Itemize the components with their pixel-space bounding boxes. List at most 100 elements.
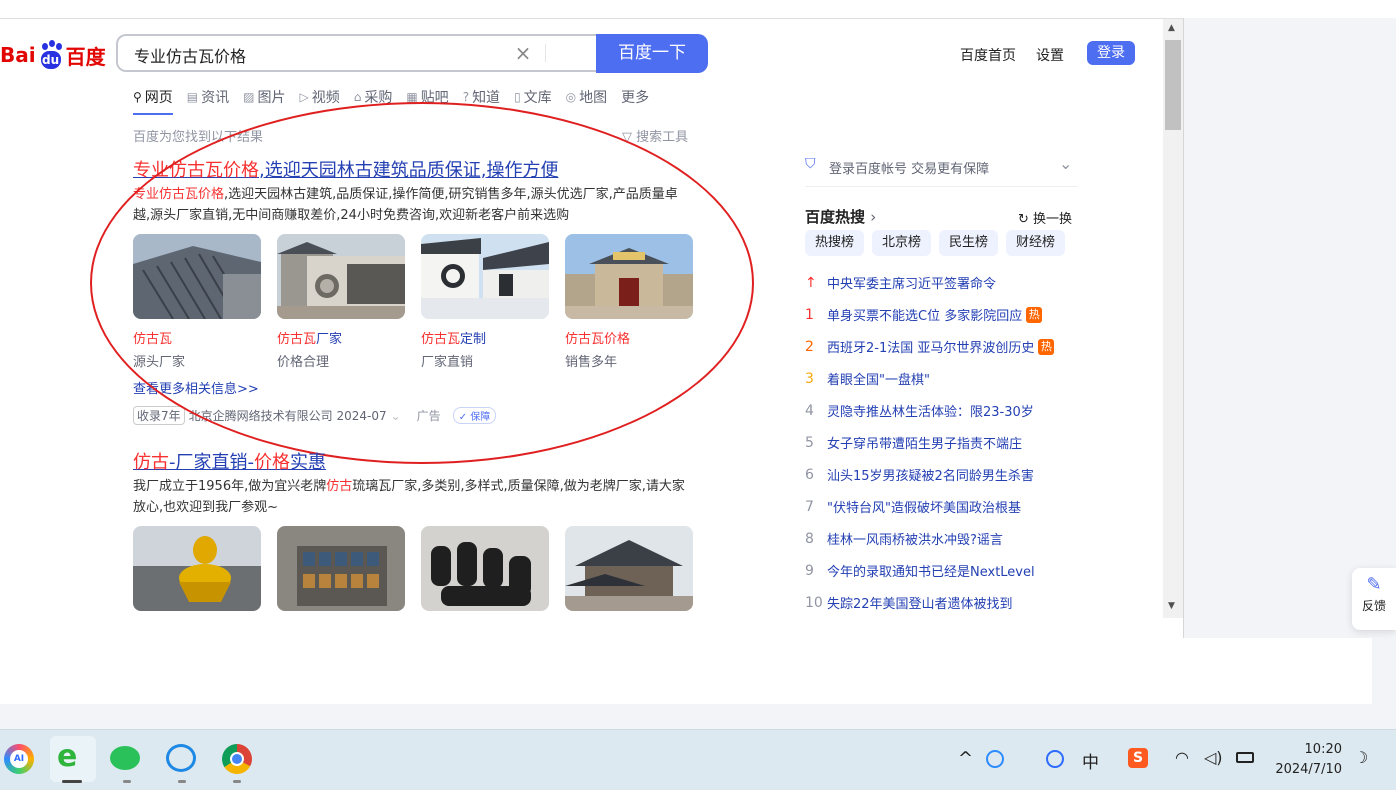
chat-app-icon[interactable] [166, 744, 196, 772]
tab-map[interactable]: ◎ 地图 [566, 87, 607, 107]
clock-time[interactable]: 10:20 [1294, 742, 1342, 757]
ai-app-icon[interactable]: AI [4, 744, 34, 774]
feedback-button[interactable]: ✎ 反馈 [1352, 568, 1396, 630]
result-description: 我厂成立于1956年,做为宜兴老牌仿古琉璃瓦厂家,多类别,多样式,质量保障,做为… [133, 476, 693, 518]
tieba-icon: ▦ [406, 90, 418, 104]
hot-item-text: 灵隐寺推丛林生活体验：限23-30岁 [827, 405, 1034, 420]
hot-search-item[interactable]: 6 汕头15岁男孩疑被2名同龄男生杀害 [805, 465, 1034, 485]
wifi-icon[interactable]: ◠ [1175, 748, 1189, 767]
hot-search-title[interactable]: 百度热搜 › [805, 206, 876, 227]
thumbnail-caption[interactable]: 仿古瓦 [133, 328, 172, 347]
thumbnail-caption[interactable]: 仿古瓦厂家 [277, 328, 342, 347]
result-thumbnail[interactable] [133, 234, 261, 319]
tab-label: 文库 [523, 90, 552, 106]
tab-wenku[interactable]: ▯ 文库 [514, 87, 552, 107]
scrollbar-thumb[interactable] [1165, 40, 1181, 130]
hot-search-item[interactable]: 4 灵隐寺推丛林生活体验：限23-30岁 [805, 401, 1034, 421]
chevron-up-icon[interactable]: ^ [958, 748, 973, 769]
hot-rank: 5 [805, 434, 814, 451]
clock-date[interactable]: 2024/7/10 [1272, 762, 1342, 777]
tab-label: 资讯 [201, 90, 230, 106]
result-thumbnail[interactable] [565, 526, 693, 611]
hot-search-item[interactable]: 5 女子穿吊带遭陌生男子指责不端庄 [805, 433, 1022, 453]
login-button[interactable]: 登录 [1087, 41, 1135, 65]
guarantee-badge[interactable]: ✓ 保障 [452, 407, 497, 424]
wechat-icon[interactable] [110, 746, 140, 770]
hot-badge: 热 [1026, 306, 1043, 323]
clear-icon[interactable]: × [512, 42, 534, 64]
hot-search-item[interactable]: 10 失踪22年美国登山者遗体被找到 [805, 593, 1013, 613]
map-icon: ◎ [565, 90, 577, 104]
search-tabs: ⚲ 网页 ▤ 资讯 ▨ 图片 ▷ 视频 ⌂ 采购 ▦ 贴吧 ? 知道 ▯ 文库 ◎ 地图 更多 [133, 87, 663, 115]
battery-icon[interactable] [1236, 752, 1254, 763]
hot-search-item[interactable]: 7 "伏特台风"造假破坏美国政治根基 [805, 497, 1021, 517]
ime-indicator[interactable]: 中 [1082, 748, 1099, 773]
result-thumbnail[interactable] [565, 234, 693, 319]
tab-purchase[interactable]: ⌂ 采购 [354, 87, 393, 107]
hot-rank: ↑ [805, 274, 817, 291]
chip-finance[interactable]: 财经榜 [1006, 230, 1066, 256]
caption-highlight: 仿古瓦价格 [565, 332, 631, 347]
chevron-down-icon[interactable]: ⌄ [391, 409, 401, 423]
login-promo[interactable]: ⛉ 登录百度帐号 交易更有保障 ⌄ [805, 150, 1077, 187]
scroll-up-icon[interactable]: ▲ [1168, 23, 1175, 33]
hot-search-item[interactable]: 3 着眼全国"一盘棋" [805, 369, 930, 389]
thumbnail-caption[interactable]: 仿古瓦价格 [565, 328, 630, 347]
hot-search-item[interactable]: 8 桂林一风雨桥被洪水冲毁?谣言 [805, 529, 1003, 549]
tab-images[interactable]: ▨ 图片 [243, 87, 285, 107]
question-icon: ? [462, 90, 470, 104]
search-button[interactable]: 百度一下 [596, 34, 708, 73]
filter-icon: ▽ [622, 130, 632, 145]
news-icon: ▤ [186, 90, 199, 104]
result-thumbnail[interactable] [277, 526, 405, 611]
sogou-icon[interactable]: S [1128, 748, 1148, 768]
chip-hot[interactable]: 热搜榜 [805, 230, 865, 256]
result-title[interactable]: 仿古-厂家直销-价格实惠 [133, 448, 326, 474]
edit-icon: ✎ [1366, 574, 1382, 595]
document-icon: ▯ [514, 90, 521, 104]
tab-video[interactable]: ▷ 视频 [299, 87, 339, 107]
scroll-down-icon[interactable]: ▼ [1168, 601, 1175, 611]
hot-search-item[interactable]: 2 西班牙2-1法国 亚马尔世界波创历史热 [805, 337, 1055, 356]
chrome-icon[interactable] [222, 744, 252, 774]
thumbnail-caption[interactable]: 仿古瓦定制 [421, 328, 486, 347]
chip-beijing[interactable]: 北京榜 [872, 230, 932, 256]
result-title[interactable]: 专业仿古瓦价格,选迎天园林古建筑品质保证,操作方便 [133, 156, 558, 182]
tab-tieba[interactable]: ▦ 贴吧 [406, 87, 448, 107]
tab-label: 地图 [579, 90, 608, 106]
search-input[interactable] [132, 44, 496, 65]
settings-link[interactable]: 设置 [1036, 45, 1064, 65]
volume-icon[interactable]: ◁) [1204, 748, 1223, 767]
chip-minsheng[interactable]: 民生榜 [939, 230, 999, 256]
tab-more[interactable]: 更多 [621, 87, 649, 107]
title-text: 实惠 [290, 452, 326, 473]
search-tools-button[interactable]: ▽ 搜索工具 [622, 126, 688, 145]
moon-icon[interactable]: ☽ [1354, 748, 1368, 767]
result-thumbnail[interactable] [421, 234, 549, 319]
tab-label: 贴吧 [420, 90, 449, 106]
tab-label: 图片 [257, 90, 286, 106]
chevron-down-icon[interactable]: ⌄ [1059, 154, 1072, 173]
hot-item-text: 失踪22年美国登山者遗体被找到 [827, 597, 1013, 612]
hot-search-item[interactable]: 9 今年的录取通知书已经是NextLevel [805, 561, 1035, 581]
hot-rank: 2 [805, 338, 814, 355]
tab-news[interactable]: ▤ 资讯 [187, 87, 229, 107]
result-thumbnail[interactable] [277, 234, 405, 319]
result-thumbnail[interactable] [421, 526, 549, 611]
title-highlight: 价格 [254, 452, 290, 473]
ie-browser-icon[interactable]: e [57, 742, 77, 772]
hot-rank: 1 [805, 306, 814, 323]
baidu-logo[interactable]: Bai du 百度 [0, 38, 106, 72]
refresh-button[interactable]: ↻ 换一换 [1018, 208, 1072, 227]
hot-search-item[interactable]: ↑ 中央军委主席习近平签署命令 [805, 273, 996, 293]
tab-zhidao[interactable]: ? 知道 [463, 87, 500, 107]
result-thumbnail[interactable] [133, 526, 261, 611]
tray-sync-icon[interactable] [1046, 750, 1064, 768]
tab-web[interactable]: ⚲ 网页 [133, 87, 173, 115]
company-name[interactable]: 北京企腾网络技术有限公司 2024-07 [189, 407, 387, 424]
more-info-link[interactable]: 查看更多相关信息>> [133, 378, 259, 397]
tray-app-icon[interactable] [986, 750, 1004, 768]
hot-search-item[interactable]: 1 单身买票不能选C位 多家影院回应热 [805, 305, 1043, 324]
home-link[interactable]: 百度首页 [960, 45, 1016, 65]
hot-search-chips: 热搜榜 北京榜 民生榜 财经榜 [805, 230, 1073, 256]
